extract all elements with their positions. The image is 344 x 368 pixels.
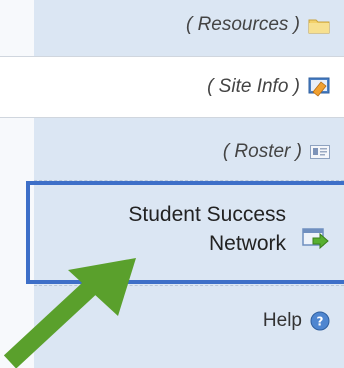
svg-text:?: ? [317, 315, 324, 329]
external-link-arrow-icon[interactable] [302, 226, 330, 252]
sidebar-item-label: ( Site Info ) [207, 76, 300, 97]
sidebar-item-label: ( Resources ) [185, 14, 300, 35]
sidebar-item-label: ( Roster ) [222, 141, 302, 162]
sidebar-item-label-line1: Student Success [128, 203, 286, 226]
roster-card-icon [310, 145, 330, 159]
green-arrow-icon [3, 258, 136, 368]
sidebar-item-roster[interactable]: ( Roster ) [223, 141, 330, 163]
sidebar-item-label-line2: Network [208, 232, 286, 255]
sidebar-item-site-info[interactable]: ( Site Info ) [207, 76, 330, 98]
tool-sidebar: ( Resources ) ( Site Info ) ( Roster ) S… [0, 0, 344, 368]
site-info-icon [308, 77, 330, 97]
sidebar-item-help[interactable]: Help ? [263, 310, 330, 332]
folder-icon [308, 17, 330, 34]
sidebar-item-resources[interactable]: ( Resources ) [186, 14, 330, 36]
sidebar-item-student-success-network[interactable]: Student Success Network [128, 200, 286, 258]
help-circle-icon: ? [310, 311, 330, 331]
sidebar-item-label: Help [262, 310, 302, 331]
